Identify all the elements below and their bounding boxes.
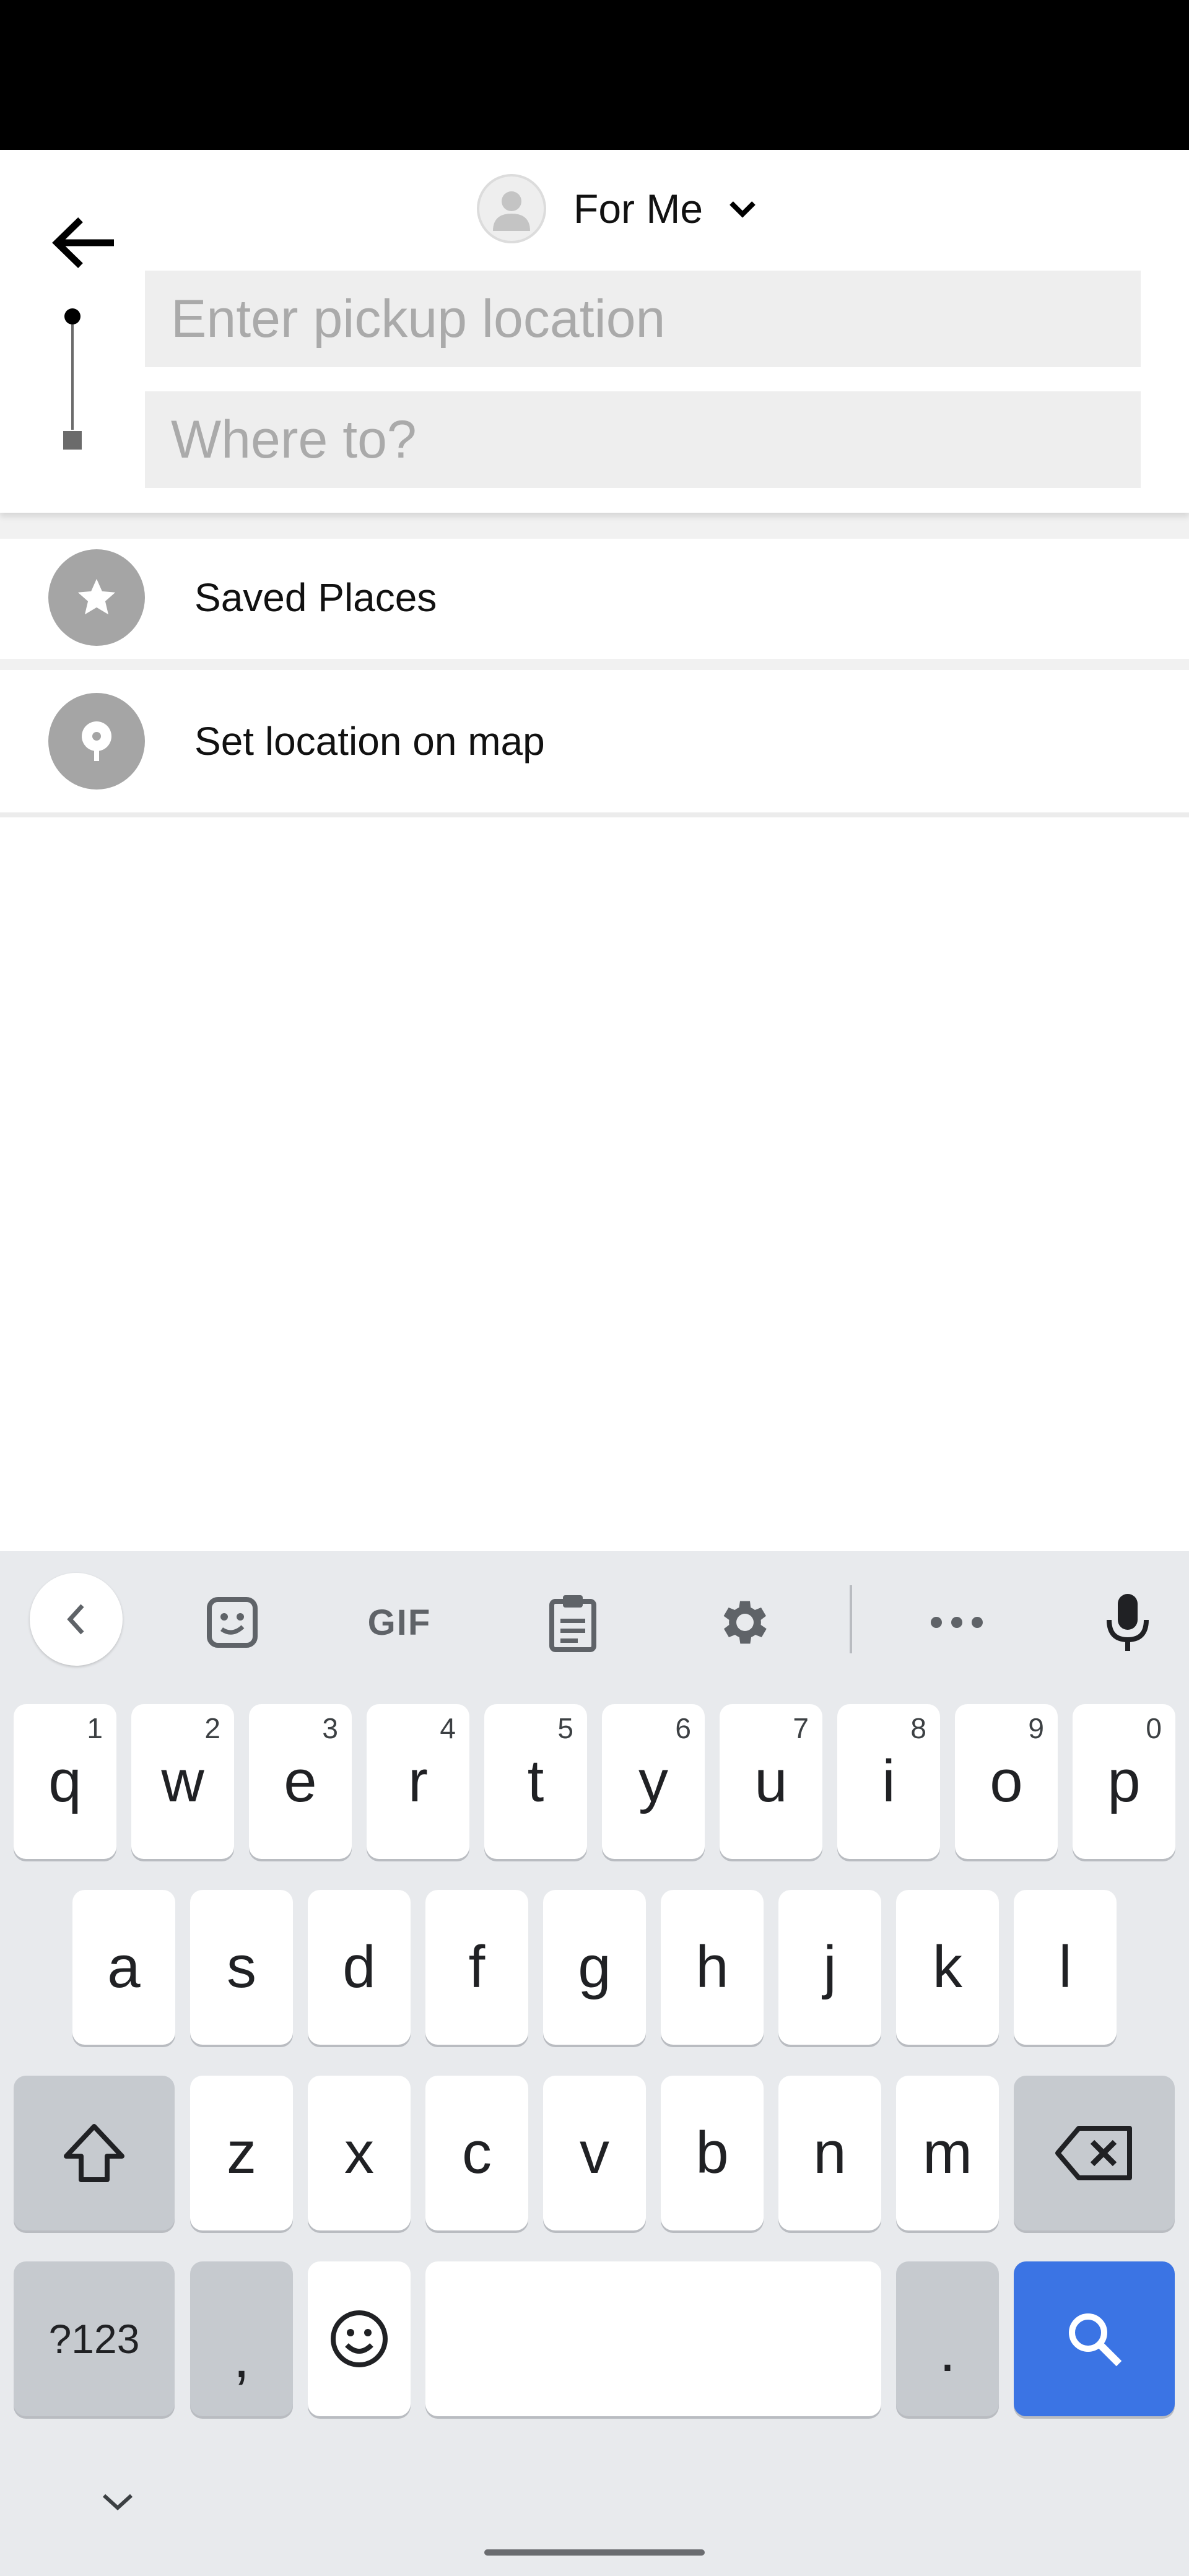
key-z[interactable]: z xyxy=(190,2076,293,2230)
destination-square xyxy=(63,431,82,450)
gif-label: GIF xyxy=(367,1602,432,1643)
gif-button[interactable]: GIF xyxy=(353,1576,446,1669)
key-u[interactable]: 7u xyxy=(720,1704,822,1859)
key-q[interactable]: 1q xyxy=(14,1704,116,1859)
key-o[interactable]: 9o xyxy=(955,1704,1058,1859)
key-r[interactable]: 4r xyxy=(367,1704,469,1859)
key-n[interactable]: n xyxy=(778,2076,881,2230)
space-key[interactable] xyxy=(425,2261,881,2416)
key-d[interactable]: d xyxy=(308,1890,411,2045)
chevron-left-icon[interactable] xyxy=(30,1573,123,1666)
clipboard-icon[interactable] xyxy=(526,1576,619,1669)
arrow-left-icon xyxy=(52,217,114,268)
toolbar-divider xyxy=(850,1585,852,1653)
pickup-dot xyxy=(64,308,81,324)
key-e[interactable]: 3e xyxy=(249,1704,352,1859)
key-t[interactable]: 5t xyxy=(484,1704,587,1859)
chevron-down-icon xyxy=(724,190,761,227)
key-a[interactable]: a xyxy=(72,1890,175,2045)
search-key[interactable] xyxy=(1014,2261,1175,2416)
key-c[interactable]: c xyxy=(425,2076,528,2230)
avatar xyxy=(477,174,546,243)
key-j[interactable]: j xyxy=(778,1890,881,2045)
key-p[interactable]: 0p xyxy=(1073,1704,1175,1859)
more-icon[interactable] xyxy=(910,1576,1003,1669)
period-key[interactable]: . xyxy=(896,2261,999,2416)
route-line xyxy=(71,324,74,430)
list-item-set-location-on-map[interactable]: Set location on map xyxy=(0,682,1189,800)
list-item-label: Saved Places xyxy=(194,575,437,620)
key-h[interactable]: h xyxy=(661,1890,764,2045)
list-item-label: Set location on map xyxy=(194,719,545,764)
map-pin-icon xyxy=(48,693,145,790)
comma-key[interactable]: , xyxy=(190,2261,293,2416)
key-b[interactable]: b xyxy=(661,2076,764,2230)
key-v[interactable]: v xyxy=(543,2076,646,2230)
key-f[interactable]: f xyxy=(425,1890,528,2045)
navigation-handle[interactable] xyxy=(484,2549,705,2556)
chevron-down-icon xyxy=(102,2494,133,2511)
search-icon xyxy=(1069,2313,1122,2367)
star-icon xyxy=(48,549,145,646)
key-s[interactable]: s xyxy=(190,1890,293,2045)
pickup-input[interactable] xyxy=(145,271,1141,367)
rider-label: For Me xyxy=(573,186,703,232)
rider-selector[interactable]: For Me xyxy=(477,174,761,243)
back-button[interactable] xyxy=(43,202,124,283)
list-item-saved-places[interactable]: Saved Places xyxy=(0,539,1189,656)
status-bar xyxy=(0,0,1189,150)
divider xyxy=(0,513,1189,540)
divider xyxy=(0,659,1189,670)
backspace-key[interactable] xyxy=(1014,2076,1175,2230)
key-i[interactable]: 8i xyxy=(837,1704,940,1859)
shift-icon xyxy=(64,2124,124,2182)
shift-key[interactable] xyxy=(14,2076,175,2230)
keyboard-hide-button[interactable] xyxy=(93,2477,142,2526)
key-y[interactable]: 6y xyxy=(602,1704,705,1859)
sticker-icon[interactable] xyxy=(186,1576,279,1669)
symbols-key[interactable]: ?123 xyxy=(14,2261,175,2416)
backspace-icon xyxy=(1055,2126,1132,2180)
settings-icon[interactable] xyxy=(699,1576,791,1669)
key-l[interactable]: l xyxy=(1014,1890,1117,2045)
key-g[interactable]: g xyxy=(543,1890,646,2045)
person-icon xyxy=(493,191,530,231)
destination-input[interactable] xyxy=(145,391,1141,488)
divider xyxy=(0,812,1189,817)
key-x[interactable]: x xyxy=(308,2076,411,2230)
key-w[interactable]: 2w xyxy=(131,1704,234,1859)
emoji-key[interactable] xyxy=(308,2261,411,2416)
key-m[interactable]: m xyxy=(896,2076,999,2230)
emoji-icon xyxy=(331,2310,388,2367)
microphone-icon[interactable] xyxy=(1081,1576,1174,1669)
location-header: For Me xyxy=(0,150,1189,513)
key-k[interactable]: k xyxy=(896,1890,999,2045)
